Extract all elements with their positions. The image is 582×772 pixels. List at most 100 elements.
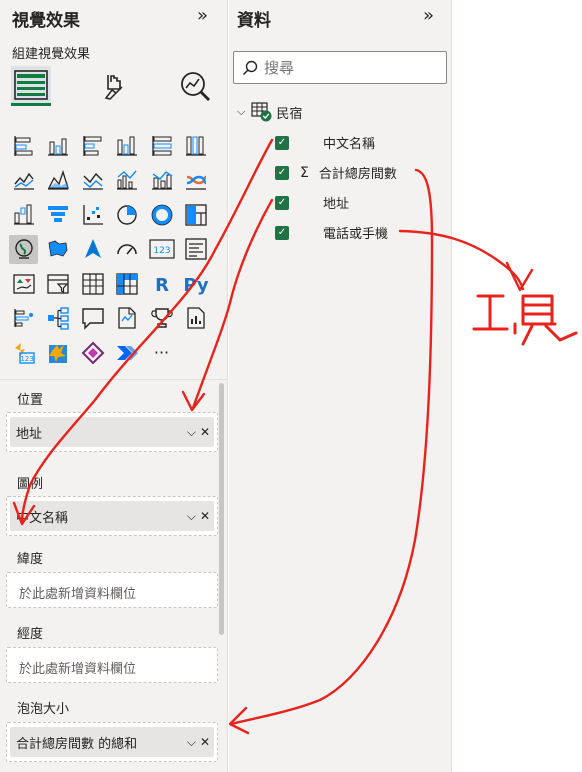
- close-icon[interactable]: ✕: [200, 735, 210, 749]
- tab-build-visual[interactable]: [11, 66, 51, 106]
- wells-scrollbar[interactable]: [219, 383, 224, 635]
- field-row-total-rooms[interactable]: ✓ Σ 合計總房間數: [275, 163, 397, 182]
- clustered-column-icon: [117, 136, 137, 156]
- line-stacked-column-icon: [151, 171, 172, 190]
- visual-donut[interactable]: [147, 200, 176, 229]
- visual-power-automate[interactable]: [113, 338, 142, 367]
- visual-paginated-report[interactable]: [182, 304, 211, 333]
- visual-100-stacked-bar[interactable]: [147, 131, 176, 160]
- chevron-down-icon[interactable]: ⌵: [187, 735, 196, 750]
- visual-100-stacked-column[interactable]: [182, 131, 211, 160]
- visual-smart-narrative[interactable]: [113, 304, 142, 333]
- visual-clustered-bar[interactable]: [78, 131, 107, 160]
- python-visual-icon: Py: [183, 275, 209, 296]
- py-label: Py: [183, 275, 209, 296]
- matrix-icon: [116, 272, 138, 295]
- visual-card[interactable]: 123: [147, 235, 176, 264]
- visual-filled-map[interactable]: [44, 235, 73, 264]
- chevron-down-icon[interactable]: ⌵: [187, 509, 196, 524]
- visual-treemap[interactable]: [182, 200, 211, 229]
- well-location[interactable]: 地址 ⌵ ✕: [6, 412, 218, 452]
- visual-type-gallery: 123 R Py 123 ···: [9, 131, 211, 373]
- double-chevron-right-icon[interactable]: »: [423, 5, 434, 26]
- map-icon: [14, 239, 33, 259]
- field-row-phone[interactable]: ✓ 電話或手機: [275, 223, 388, 242]
- decomposition-tree-icon: [48, 307, 69, 330]
- visual-gauge[interactable]: [113, 235, 142, 264]
- visual-area-chart[interactable]: [44, 166, 73, 195]
- qa-icon: [81, 308, 104, 330]
- visual-stacked-area[interactable]: [78, 166, 107, 195]
- visual-line-clustered-column[interactable]: [113, 166, 142, 195]
- tab-analytics[interactable]: [175, 66, 215, 106]
- well-placeholder[interactable]: 於此處新增資料欄位: [19, 658, 136, 677]
- chevron-down-icon[interactable]: ⌵: [187, 425, 196, 440]
- visual-azure-map[interactable]: [78, 235, 107, 264]
- visual-multi-row-card[interactable]: [182, 235, 211, 264]
- field-pill-bubble-size[interactable]: 合計總房間數 的總和 ⌵ ✕: [10, 727, 214, 757]
- well-placeholder[interactable]: 於此處新增資料欄位: [19, 583, 136, 602]
- visual-diamond[interactable]: [78, 338, 107, 367]
- visual-scatter[interactable]: [78, 200, 107, 229]
- table-node-minsu[interactable]: ⌵ 民宿: [237, 101, 302, 123]
- visual-more-options[interactable]: ···: [147, 338, 176, 367]
- analytics-magnifier-icon: [181, 72, 210, 101]
- field-pill-legend[interactable]: 中文名稱 ⌵ ✕: [10, 501, 214, 531]
- visual-stacked-column[interactable]: [44, 131, 73, 160]
- close-icon[interactable]: ✕: [200, 425, 210, 439]
- scatter-icon: [82, 204, 103, 225]
- funnel-icon: [48, 205, 68, 222]
- field-row-address[interactable]: ✓ 地址: [275, 193, 349, 212]
- visual-slicer[interactable]: [44, 269, 73, 298]
- chevron-down-icon[interactable]: ⌵: [237, 105, 245, 119]
- double-chevron-right-icon[interactable]: »: [197, 5, 208, 26]
- visualizations-pane: 視覺效果 » 組建視覺效果 123 R Py 123 ··· 位置 地址 ⌵ ✕…: [0, 0, 228, 772]
- visual-python[interactable]: Py: [182, 269, 211, 298]
- field-checkbox[interactable]: ✓: [275, 225, 289, 240]
- field-row-chinese-name[interactable]: ✓ 中文名稱: [275, 133, 375, 152]
- visual-stacked-bar[interactable]: [9, 131, 38, 160]
- well-bubble-size[interactable]: 合計總房間數 的總和 ⌵ ✕: [6, 722, 218, 762]
- multi-row-card-icon: [185, 238, 207, 260]
- visual-ribbon-chart[interactable]: [182, 166, 211, 195]
- field-pill-location[interactable]: 地址 ⌵ ✕: [10, 417, 214, 447]
- well-longitude[interactable]: 於此處新增資料欄位: [6, 647, 218, 683]
- well-legend[interactable]: 中文名稱 ⌵ ✕: [6, 496, 218, 536]
- tab-format-visual[interactable]: [94, 66, 134, 106]
- field-checkbox[interactable]: ✓: [275, 135, 289, 150]
- visual-pie[interactable]: [113, 200, 142, 229]
- field-name: 地址: [323, 197, 350, 212]
- search-input[interactable]: [264, 58, 434, 77]
- visual-clustered-column[interactable]: [113, 131, 142, 160]
- visual-line-stacked-column[interactable]: [147, 166, 176, 195]
- field-checkbox[interactable]: ✓: [275, 165, 289, 180]
- line-clustered-column-icon: [117, 170, 137, 190]
- visual-power-apps[interactable]: 123: [9, 338, 38, 367]
- visual-kpi[interactable]: [9, 269, 38, 298]
- field-checkbox[interactable]: ✓: [275, 195, 289, 210]
- visual-matrix[interactable]: [113, 269, 142, 298]
- check-icon: ✓: [277, 196, 287, 208]
- visual-qa[interactable]: [78, 304, 107, 333]
- well-label-legend: 圖例: [17, 477, 44, 492]
- well-latitude[interactable]: 於此處新增資料欄位: [6, 572, 218, 608]
- visual-funnel[interactable]: [44, 200, 73, 229]
- visual-table[interactable]: [78, 269, 107, 298]
- visual-key-influencers[interactable]: [9, 304, 38, 333]
- ribbon-chart-icon: [186, 175, 207, 190]
- area-chart-icon: [47, 169, 69, 190]
- visual-line-chart[interactable]: [9, 166, 38, 195]
- slicer-icon: [47, 273, 69, 294]
- search-box[interactable]: [233, 51, 447, 84]
- waterfall-icon: [13, 204, 34, 225]
- visual-map[interactable]: [9, 234, 38, 264]
- kpi-icon: [12, 273, 35, 294]
- visual-decomposition-tree[interactable]: [44, 304, 73, 333]
- table-icon: [251, 102, 272, 122]
- visual-custom[interactable]: [44, 338, 73, 367]
- visual-r[interactable]: R: [147, 269, 176, 298]
- field-pill-label: 合計總房間數 的總和: [16, 736, 138, 752]
- visual-metrics[interactable]: [147, 304, 176, 333]
- close-icon[interactable]: ✕: [200, 509, 210, 523]
- visual-waterfall[interactable]: [9, 200, 38, 229]
